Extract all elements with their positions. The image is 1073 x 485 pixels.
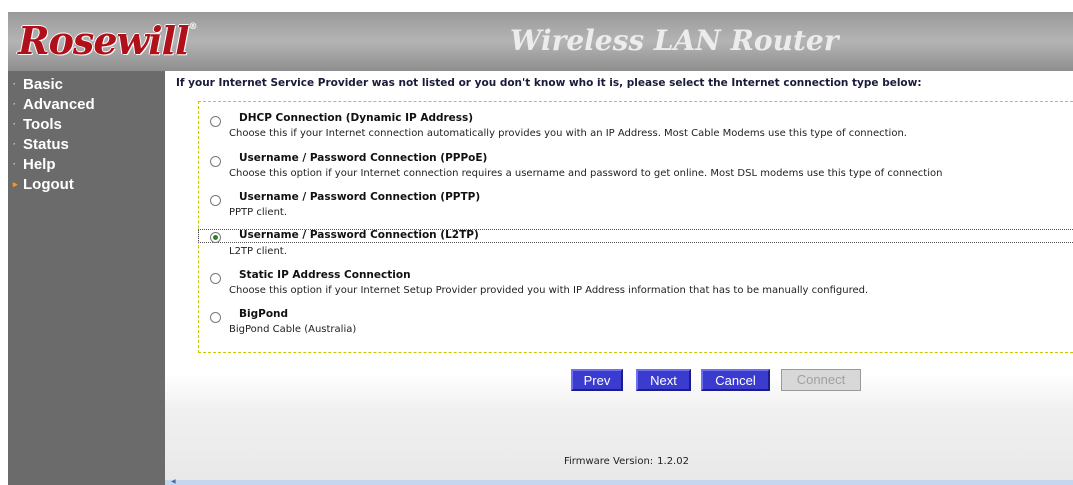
sidebar-item-advanced[interactable]: · Advanced	[13, 96, 95, 113]
option-label: Username / Password Connection (L2TP)	[239, 229, 479, 241]
horizontal-scrollbar[interactable]: ◀	[165, 478, 1073, 485]
option-label: Username / Password Connection (PPTP)	[239, 191, 481, 203]
option-label: BigPond	[239, 308, 289, 320]
prev-button[interactable]: Prev	[571, 369, 623, 391]
sidebar-item-basic[interactable]: · Basic	[13, 76, 63, 93]
option-description: BigPond Cable (Australia)	[229, 324, 357, 335]
radio-pptp[interactable]	[210, 195, 221, 206]
radio-static-ip[interactable]	[210, 273, 221, 284]
radio-bigpond[interactable]	[210, 312, 221, 323]
connect-button[interactable]: Connect	[781, 369, 861, 391]
radio-l2tp[interactable]	[210, 232, 221, 243]
main-content: If your Internet Service Provider was no…	[165, 71, 1073, 485]
option-description: Choose this if your Internet connection …	[229, 128, 907, 139]
rosewill-logo: Rosewill®	[18, 18, 198, 63]
sidebar-item-tools[interactable]: · Tools	[13, 116, 62, 133]
scroll-left-arrow-icon[interactable]: ◀	[171, 478, 176, 485]
cancel-button[interactable]: Cancel	[701, 369, 770, 391]
option-label: Username / Password Connection (PPPoE)	[239, 152, 488, 164]
option-description: PPTP client.	[229, 207, 288, 218]
connection-options: DHCP Connection (Dynamic IP Address) Cho…	[198, 101, 1073, 353]
firmware-version: Firmware Version: 1.2.02	[564, 456, 689, 467]
option-label: DHCP Connection (Dynamic IP Address)	[239, 112, 474, 124]
app-title: Wireless LAN Router	[510, 24, 839, 57]
option-description: L2TP client.	[229, 246, 287, 257]
radio-dhcp[interactable]	[210, 116, 221, 127]
option-description: Choose this option if your Internet Setu…	[229, 285, 869, 296]
sidebar-nav: · Basic · Advanced · Tools · Status · Help ▸ L…	[8, 71, 165, 485]
option-label: Static IP Address Connection	[239, 269, 411, 281]
radio-pppoe[interactable]	[210, 156, 221, 167]
sidebar-item-status[interactable]: · Status	[13, 136, 69, 153]
sidebar-item-help[interactable]: · Help	[13, 156, 56, 173]
option-l2tp[interactable]: Username / Password Connection (L2TP) L2…	[198, 229, 1073, 257]
sidebar-item-logout[interactable]: ▸ Logout	[13, 176, 74, 193]
next-button[interactable]: Next	[636, 369, 691, 391]
intro-text: If your Internet Service Provider was no…	[176, 77, 922, 89]
header-banner: Rosewill® Wireless LAN Router	[8, 12, 1073, 71]
option-description: Choose this option if your Internet conn…	[229, 168, 943, 179]
